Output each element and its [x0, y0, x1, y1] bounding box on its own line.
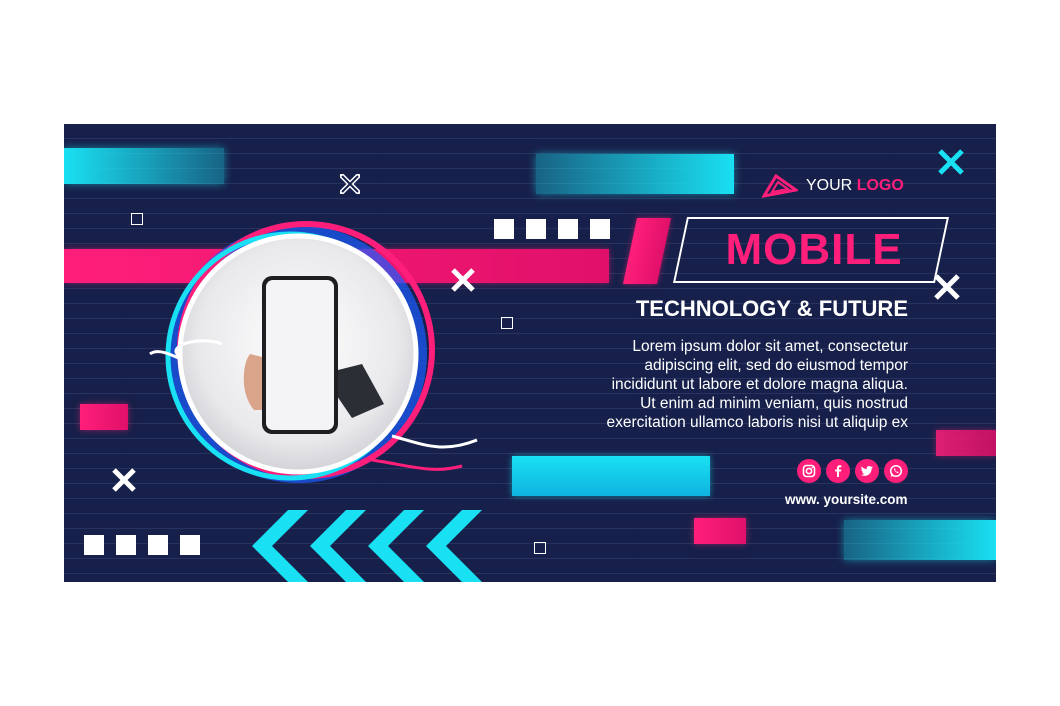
- body-line: Ut enim ad minim veniam, quis nostrud: [640, 395, 908, 412]
- square-filled: [590, 219, 610, 239]
- chevrons-left-icon: [252, 510, 482, 582]
- square-filled: [526, 219, 546, 239]
- body-line: exercitation ullamco laboris nisi ut ali…: [606, 414, 908, 431]
- square-filled: [84, 535, 104, 555]
- body-text: Lorem ipsum dolor sit amet, consectetur …: [548, 337, 908, 432]
- square-outline: [501, 317, 513, 329]
- square-filled: [558, 219, 578, 239]
- triangle-logo-icon: [762, 174, 798, 198]
- banner: YOUR LOGO MOBILE TECHNOLOGY & FUTURE Lor…: [64, 124, 996, 582]
- instagram-icon[interactable]: [797, 459, 821, 483]
- logo-text: YOUR LOGO: [806, 177, 904, 195]
- body-line: Lorem ipsum dolor sit amet, consectetur: [632, 338, 908, 355]
- whatsapp-icon[interactable]: [884, 459, 908, 483]
- website-url[interactable]: www. yoursite.com: [785, 492, 908, 507]
- body-line: incididunt ut labore et dolore magna ali…: [611, 376, 908, 393]
- pink-glitch-bar: [694, 518, 746, 544]
- logo-prefix: YOUR: [806, 177, 853, 194]
- logo-accent: LOGO: [856, 177, 904, 194]
- cross-outline-icon: [340, 174, 360, 194]
- square-filled: [180, 535, 200, 555]
- pink-glitch-bar: [622, 218, 672, 284]
- square-outline: [534, 542, 546, 554]
- brand-logo: YOUR LOGO: [762, 174, 904, 198]
- subtitle: TECHNOLOGY & FUTURE: [635, 296, 908, 321]
- cyan-glitch-bar: [536, 154, 734, 194]
- body-line: adipiscing elit, sed do eiusmod tempor: [644, 357, 908, 374]
- square-filled: [116, 535, 136, 555]
- facebook-icon[interactable]: [826, 459, 850, 483]
- twitter-icon[interactable]: [855, 459, 879, 483]
- social-links: [797, 459, 908, 483]
- headline: MOBILE: [725, 225, 903, 274]
- glitch-circle-photo: [149, 221, 478, 483]
- cyan-glitch-bar: [64, 148, 224, 184]
- pink-glitch-bar: [80, 404, 128, 430]
- square-filled: [148, 535, 168, 555]
- cross-icon: [938, 149, 964, 175]
- pink-glitch-bar: [936, 430, 996, 456]
- cyan-glitch-bar: [512, 456, 710, 496]
- cyan-glitch-bar: [844, 520, 996, 560]
